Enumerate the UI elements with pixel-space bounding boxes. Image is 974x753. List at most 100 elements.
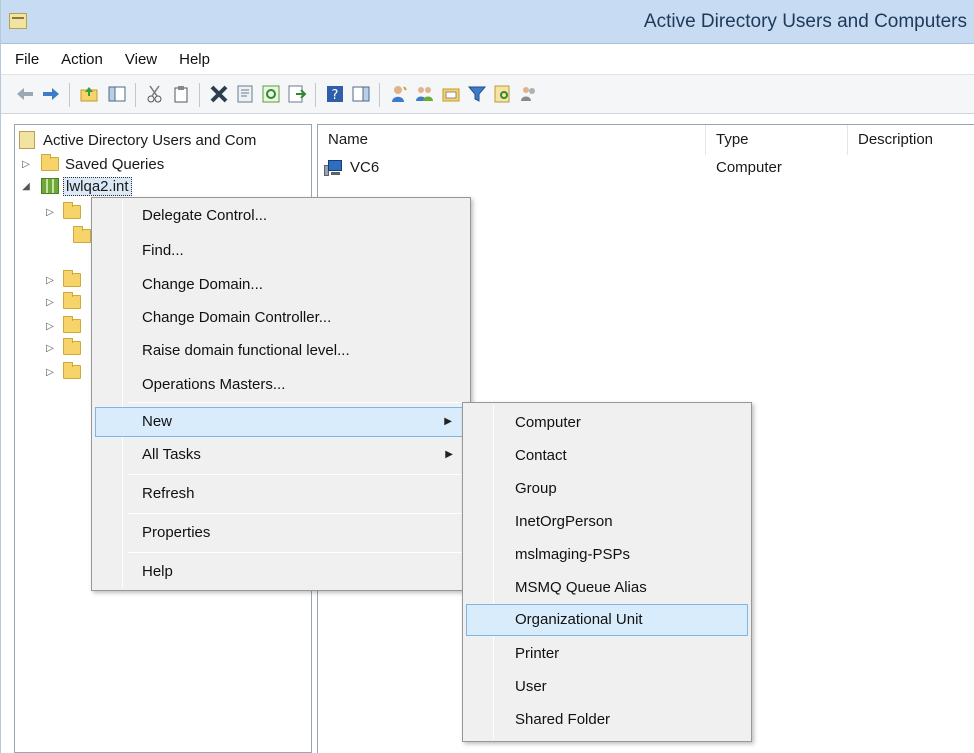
filter-icon[interactable] [467, 84, 487, 104]
folder-icon [63, 316, 81, 333]
toolbar-separator [199, 83, 200, 107]
submenu-item-msimaging-psps[interactable]: mslmaging-PSPs [466, 539, 748, 571]
tree-item-child[interactable]: ▷ [43, 291, 87, 313]
menu-item-operations-masters[interactable]: Operations Masters... [95, 370, 467, 400]
list-item-name: VC6 [350, 159, 380, 176]
menu-item-find[interactable]: Find... [95, 236, 467, 266]
submenu-arrow-icon: ▶ [445, 449, 453, 460]
folder-icon [63, 338, 81, 355]
menu-item-raise-domain-functional-level[interactable]: Raise domain functional level... [95, 336, 467, 366]
submenu-item-group[interactable]: Group [466, 473, 748, 505]
expand-arrow-icon[interactable]: ▷ [43, 343, 57, 354]
folder-icon [63, 362, 81, 379]
domain-icon [41, 178, 59, 194]
cut-icon[interactable] [145, 84, 165, 104]
menu-separator [128, 474, 468, 475]
tree-item-child[interactable]: ▷ [43, 269, 87, 291]
expand-arrow-icon[interactable]: ▷ [43, 207, 57, 218]
menu-item-refresh[interactable]: Refresh [95, 479, 467, 509]
submenu-item-user[interactable]: User [466, 671, 748, 703]
menu-file[interactable]: File [15, 51, 39, 68]
new-submenu: Computer Contact Group InetOrgPerson msl… [462, 402, 752, 742]
folder-icon [63, 202, 81, 219]
context-menu: Delegate Control... Find... Change Domai… [91, 197, 471, 591]
menu-item-change-domain-controller[interactable]: Change Domain Controller... [95, 303, 467, 333]
menu-item-help[interactable]: Help [95, 557, 467, 587]
delete-icon[interactable] [209, 84, 229, 104]
ad-console-icon [19, 131, 35, 149]
add-to-group-icon[interactable] [519, 84, 539, 104]
toolbar: ? [1, 74, 974, 114]
menu-item-all-tasks[interactable]: All Tasks ▶ [95, 440, 467, 470]
column-header-description[interactable]: Description [848, 125, 974, 155]
list-item[interactable]: VC6 Computer [318, 157, 974, 181]
expand-arrow-icon[interactable]: ▷ [43, 275, 57, 286]
column-header-name[interactable]: Name [318, 125, 706, 155]
svg-text:?: ? [332, 88, 339, 103]
menu-item-properties[interactable]: Properties [95, 518, 467, 548]
tree-item-child[interactable]: ▷ [43, 361, 87, 383]
help-icon[interactable]: ? [325, 84, 345, 104]
menu-item-label: All Tasks [142, 446, 201, 463]
toolbar-separator [315, 83, 316, 107]
expand-arrow-icon[interactable]: ▷ [19, 159, 33, 170]
export-list-icon[interactable] [287, 84, 307, 104]
collapse-arrow-icon[interactable]: ◢ [19, 181, 33, 192]
mmc-window: Active Directory Users and Computers Fil… [0, 0, 974, 753]
folder-icon [63, 292, 81, 309]
properties-icon[interactable] [235, 84, 255, 104]
submenu-item-contact[interactable]: Contact [466, 440, 748, 472]
submenu-item-organizational-unit[interactable]: Organizational Unit [466, 604, 748, 636]
submenu-item-shared-folder[interactable]: Shared Folder [466, 704, 748, 736]
tree-item-label: lwlqa2.int [63, 176, 132, 196]
tree-item-label: Saved Queries [65, 155, 165, 173]
menu-view[interactable]: View [125, 51, 157, 68]
toolbar-separator [379, 83, 380, 107]
tree-item-child[interactable]: ▷ [43, 337, 87, 359]
column-header-type[interactable]: Type [706, 125, 848, 155]
find-icon[interactable] [493, 84, 513, 104]
folder-icon [41, 154, 59, 171]
new-user-icon[interactable] [389, 84, 409, 104]
menu-item-delegate-control[interactable]: Delegate Control... [95, 201, 467, 231]
up-folder-icon[interactable] [79, 84, 99, 104]
submenu-item-msmq-queue-alias[interactable]: MSMQ Queue Alias [466, 572, 748, 604]
menu-item-label: New [142, 413, 173, 430]
copy-icon[interactable] [171, 84, 191, 104]
new-group-icon[interactable] [415, 84, 435, 104]
expand-arrow-icon[interactable]: ▷ [43, 321, 57, 332]
menu-separator [128, 513, 468, 514]
new-ou-icon[interactable] [441, 84, 461, 104]
show-hide-console-tree-icon[interactable] [107, 84, 127, 104]
menu-item-change-domain[interactable]: Change Domain... [95, 270, 467, 300]
menu-action[interactable]: Action [61, 51, 103, 68]
tree-item-saved-queries[interactable]: ▷ Saved Queries [19, 153, 164, 175]
menu-help[interactable]: Help [179, 51, 210, 68]
menu-item-new[interactable]: New ▶ [95, 407, 467, 437]
toolbar-separator [69, 83, 70, 107]
submenu-item-computer[interactable]: Computer [466, 407, 748, 439]
submenu-item-printer[interactable]: Printer [466, 638, 748, 670]
back-icon[interactable] [15, 84, 35, 104]
tree-item-domain[interactable]: ◢ lwlqa2.int [19, 175, 132, 197]
tree-item-child[interactable]: ▷ [43, 315, 87, 337]
toolbar-separator [135, 83, 136, 107]
refresh-icon[interactable] [261, 84, 281, 104]
folder-icon [73, 226, 91, 243]
submenu-arrow-icon: ▶ [444, 416, 452, 427]
submenu-item-inetorgperson[interactable]: InetOrgPerson [466, 506, 748, 538]
menu-bar: File Action View Help [1, 44, 974, 74]
tree-item-child[interactable]: ▷ [43, 201, 87, 223]
expand-arrow-icon[interactable]: ▷ [43, 367, 57, 378]
tree-item-root[interactable]: Active Directory Users and Com [19, 129, 256, 151]
tree-item-label: Active Directory Users and Com [43, 131, 257, 149]
action-pane-icon[interactable] [351, 84, 371, 104]
title-bar: Active Directory Users and Computers [1, 0, 974, 44]
list-item-type: Computer [716, 159, 782, 176]
menu-separator [128, 552, 468, 553]
expand-arrow-icon[interactable]: ▷ [43, 297, 57, 308]
computer-icon [324, 160, 344, 176]
menu-separator [128, 402, 468, 403]
app-icon[interactable] [9, 13, 27, 29]
forward-icon[interactable] [41, 84, 61, 104]
